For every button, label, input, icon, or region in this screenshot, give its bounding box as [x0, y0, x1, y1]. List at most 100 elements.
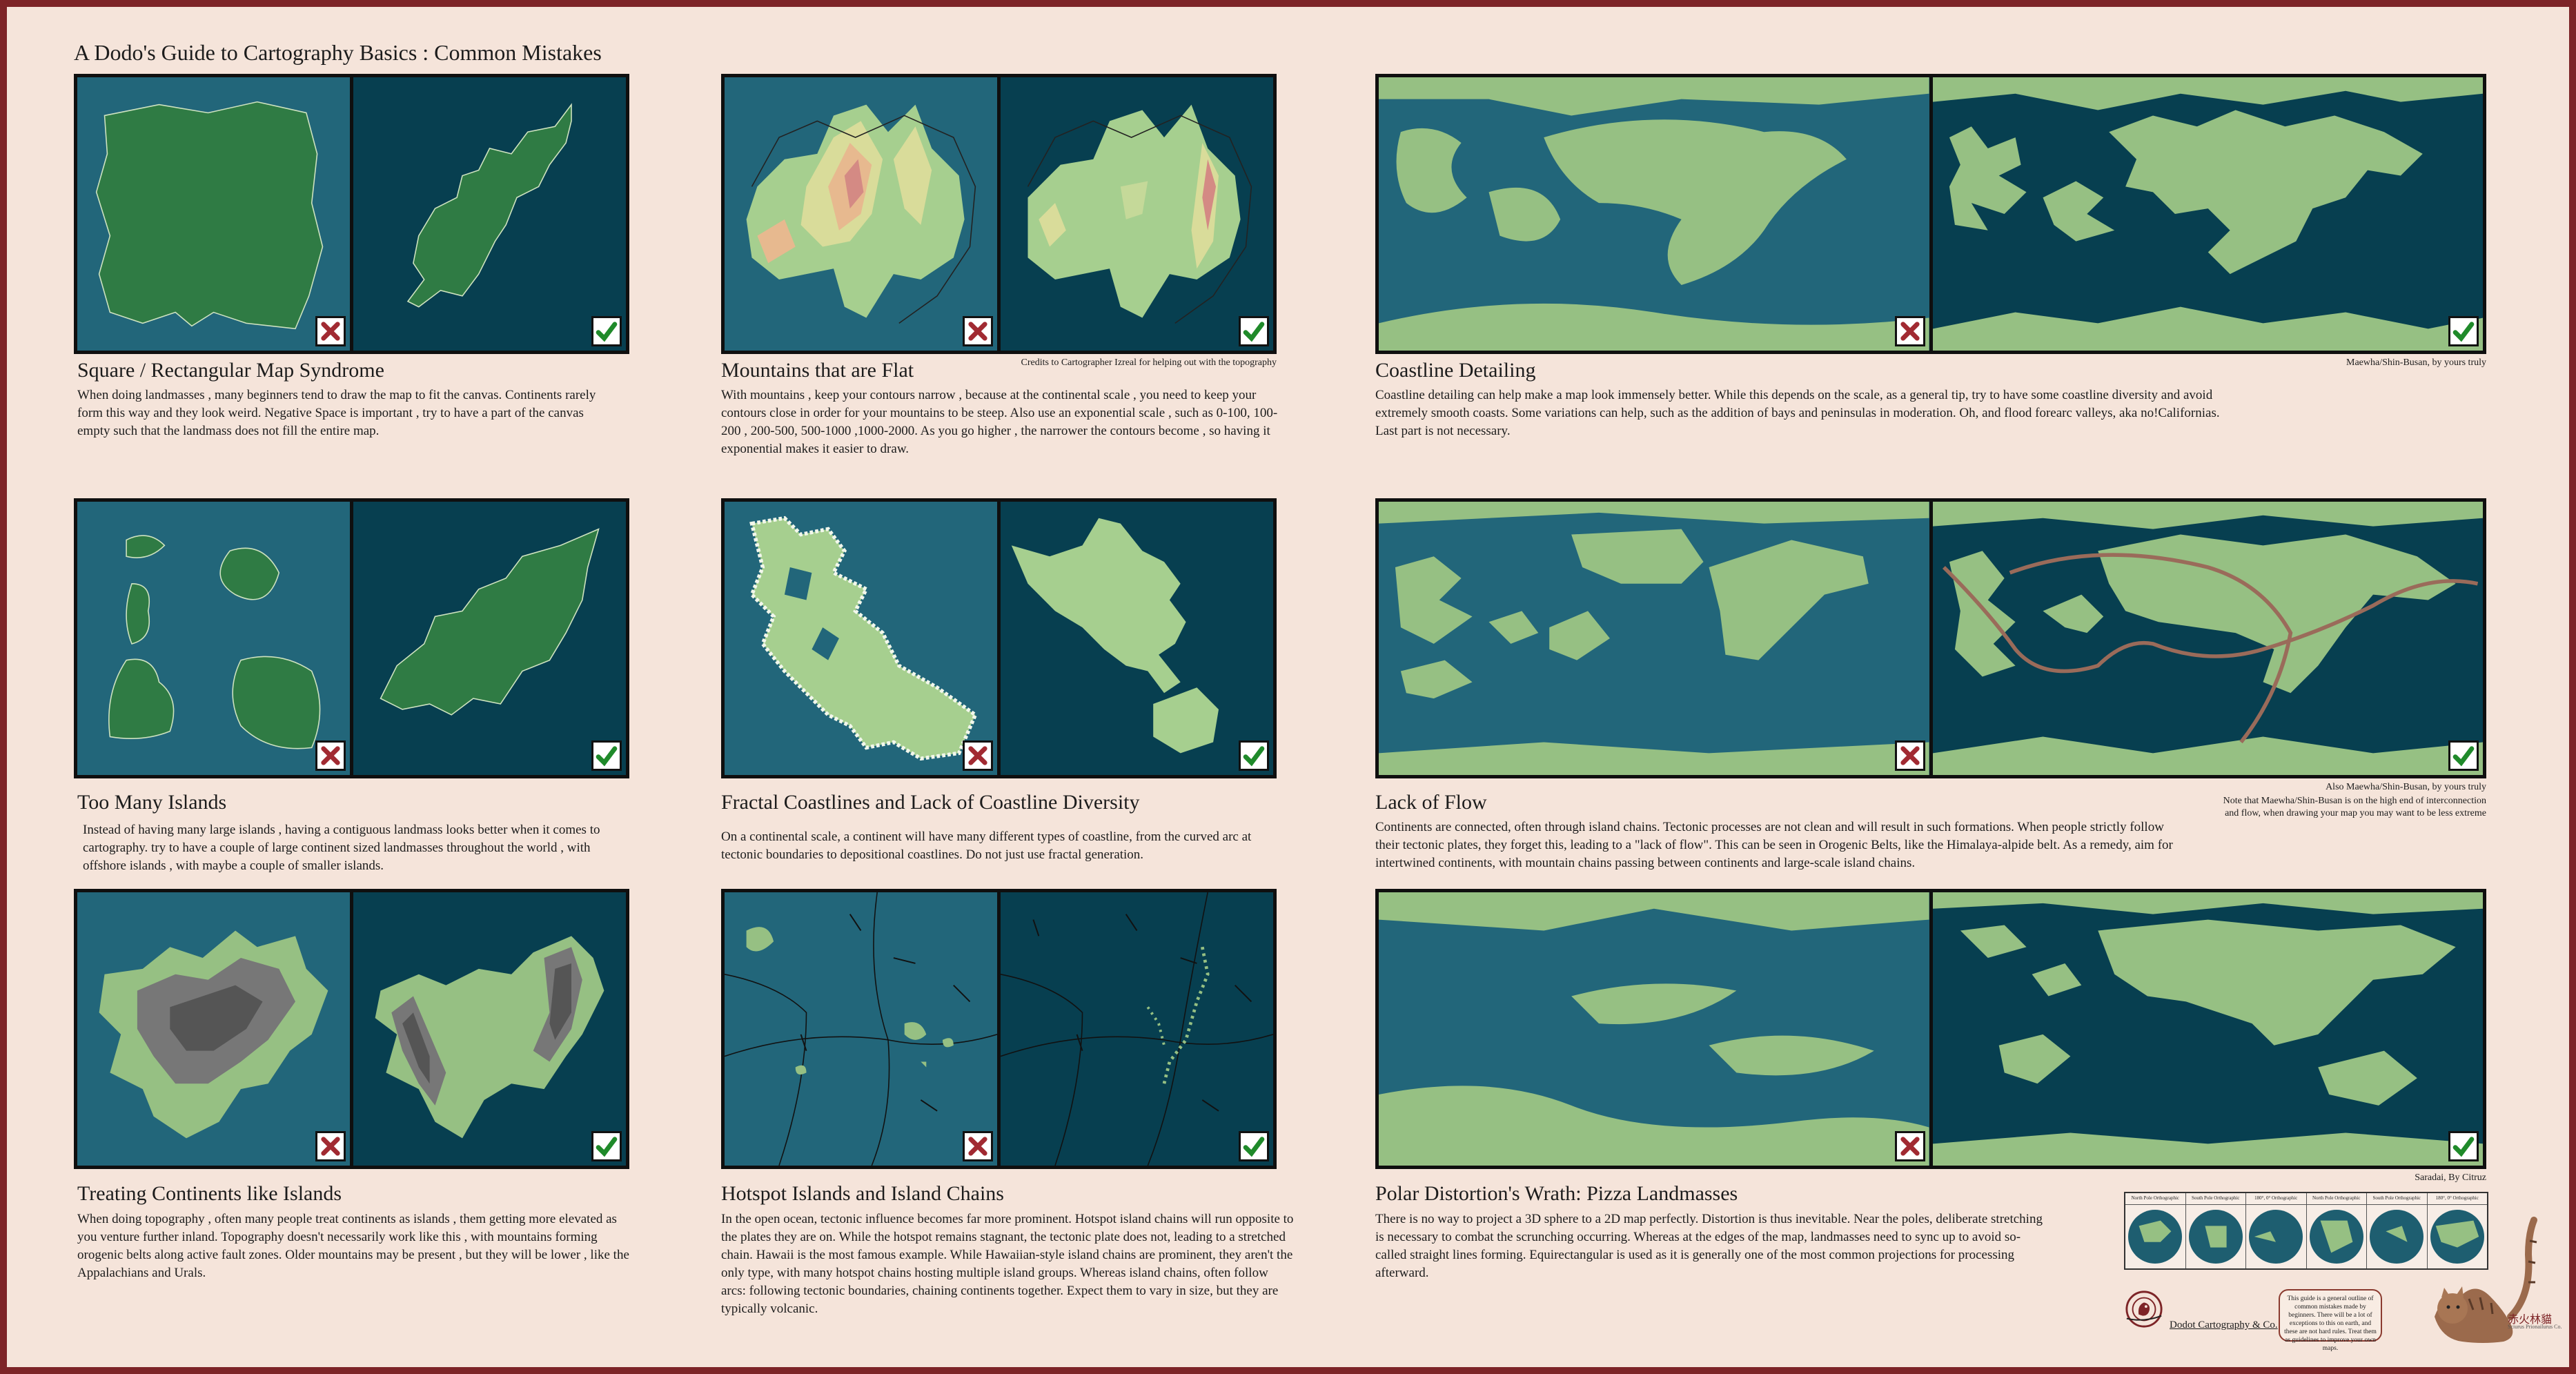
check-badge — [591, 740, 622, 771]
bad-example — [1379, 502, 1929, 775]
section-body: There is no way to project a 3D sphere t… — [1375, 1212, 2043, 1280]
cross-badge — [963, 740, 993, 771]
check-icon — [2452, 1137, 2475, 1157]
section-body: Coastline detailing can help make a map … — [1375, 388, 2220, 438]
page-title: A Dodo's Guide to Cartography Basics : C… — [74, 40, 602, 65]
check-badge — [2448, 316, 2479, 346]
cross-badge — [315, 1131, 346, 1161]
check-badge — [1239, 740, 1269, 771]
section-title: Square / Rectangular Map Syndrome — [77, 359, 384, 382]
cross-icon — [321, 746, 340, 765]
projection-label: South Pole Orthographic — [2185, 1193, 2245, 1205]
cross-badge — [1894, 1131, 1925, 1161]
credit-note: Maewha/Shin-Busan, by yours truly — [2346, 357, 2486, 368]
projection-cell: North Pole Orthographic — [2306, 1193, 2367, 1268]
bad-example — [725, 502, 997, 775]
section-title: Too Many Islands — [77, 791, 227, 814]
cross-icon — [1900, 1137, 1920, 1156]
bad-map — [1379, 77, 1929, 351]
good-example — [1932, 502, 2483, 775]
bad-map — [99, 930, 328, 1139]
cross-icon — [968, 746, 987, 765]
check-icon — [596, 1137, 618, 1157]
globe-icon — [2370, 1210, 2424, 1264]
good-map — [1001, 892, 1273, 1166]
check-icon — [596, 322, 618, 342]
section-title: Treating Continents like Islands — [77, 1182, 342, 1205]
check-icon — [1243, 1137, 1265, 1157]
globe-icon — [2188, 1210, 2243, 1264]
cross-icon — [968, 322, 987, 341]
check-icon — [596, 746, 618, 767]
projection-cell: North Pole Orthographic — [2125, 1193, 2186, 1268]
credit-note: Also Maewha/Shin-Busan, by yours truly — [2326, 782, 2486, 792]
cross-icon — [321, 1137, 340, 1156]
globe-icon — [2128, 1210, 2183, 1264]
projection-label: South Pole Orthographic — [2367, 1193, 2427, 1205]
map-panel-coastline — [1375, 74, 2486, 354]
section-body: Instead of having many large islands , h… — [83, 823, 600, 873]
brand-name: Dodot Cartography & Co. — [2170, 1319, 2278, 1331]
cross-badge — [315, 316, 346, 346]
projection-label: North Pole Orthographic — [2125, 1193, 2185, 1205]
section-title: Hotspot Islands and Island Chains — [721, 1182, 1004, 1205]
bad-map — [95, 101, 324, 330]
section-body: On a continental scale, a continent will… — [721, 830, 1252, 862]
section-body: In the open ocean, tectonic influence be… — [721, 1212, 1294, 1316]
section-body: When doing topography , often many peopl… — [77, 1212, 629, 1280]
map-panel-mountains — [721, 74, 1277, 354]
cross-icon — [1900, 746, 1920, 765]
projection-cell: 180°, 0° Orthographic — [2246, 1193, 2307, 1268]
section-title: Mountains that are Flat — [721, 359, 914, 382]
bad-map — [749, 516, 978, 761]
section-body: Continents are connected, often through … — [1375, 820, 2173, 870]
check-badge — [1239, 316, 1269, 346]
good-example — [353, 892, 626, 1166]
section-title: Coastline Detailing — [1375, 359, 1536, 382]
bad-example — [1379, 77, 1929, 351]
globe-icon — [2249, 1210, 2303, 1264]
check-icon — [2452, 322, 2475, 342]
good-map — [1027, 104, 1252, 324]
bad-map — [725, 892, 997, 1166]
good-map — [406, 103, 572, 308]
projection-cell: South Pole Orthographic — [2185, 1193, 2246, 1268]
good-example — [1932, 892, 2483, 1166]
map-panel-topography — [74, 889, 629, 1169]
bad-map — [746, 104, 976, 324]
bad-example — [725, 892, 997, 1166]
good-map — [1932, 892, 2483, 1166]
map-panel-square — [74, 74, 629, 354]
bad-example — [1379, 892, 1929, 1166]
section-title: Fractal Coastlines and Lack of Coastline… — [721, 791, 1140, 814]
check-badge — [1239, 1131, 1269, 1161]
map-panel-islands — [74, 498, 629, 778]
good-map — [1932, 77, 2483, 351]
map-panel-hotspots — [721, 889, 1277, 1169]
bad-map — [1379, 892, 1929, 1166]
cross-badge — [1894, 740, 1925, 771]
cat-mascot-icon — [2435, 1217, 2537, 1343]
good-example — [353, 502, 626, 775]
good-map — [1932, 502, 2483, 775]
projection-label: 180°, 0° Orthographic — [2246, 1193, 2306, 1205]
section-title: Polar Distortion's Wrath: Pizza Landmass… — [1375, 1182, 1738, 1205]
check-icon — [2452, 746, 2475, 767]
cross-icon — [1900, 322, 1920, 341]
section-title: Lack of Flow — [1375, 791, 1487, 814]
bad-map — [1379, 502, 1929, 775]
cross-badge — [963, 316, 993, 346]
good-example — [1001, 77, 1273, 351]
good-map — [375, 936, 604, 1139]
cross-icon — [968, 1137, 987, 1156]
section-body: When doing landmasses , many beginners t… — [77, 388, 596, 438]
bad-example — [77, 77, 350, 351]
good-map — [1011, 518, 1219, 754]
dodo-logo-icon — [2125, 1290, 2163, 1328]
check-icon — [1243, 746, 1265, 767]
cross-badge — [963, 1131, 993, 1161]
good-map — [380, 528, 600, 716]
check-badge — [591, 1131, 622, 1161]
check-icon — [1243, 322, 1265, 342]
bad-example — [77, 502, 350, 775]
